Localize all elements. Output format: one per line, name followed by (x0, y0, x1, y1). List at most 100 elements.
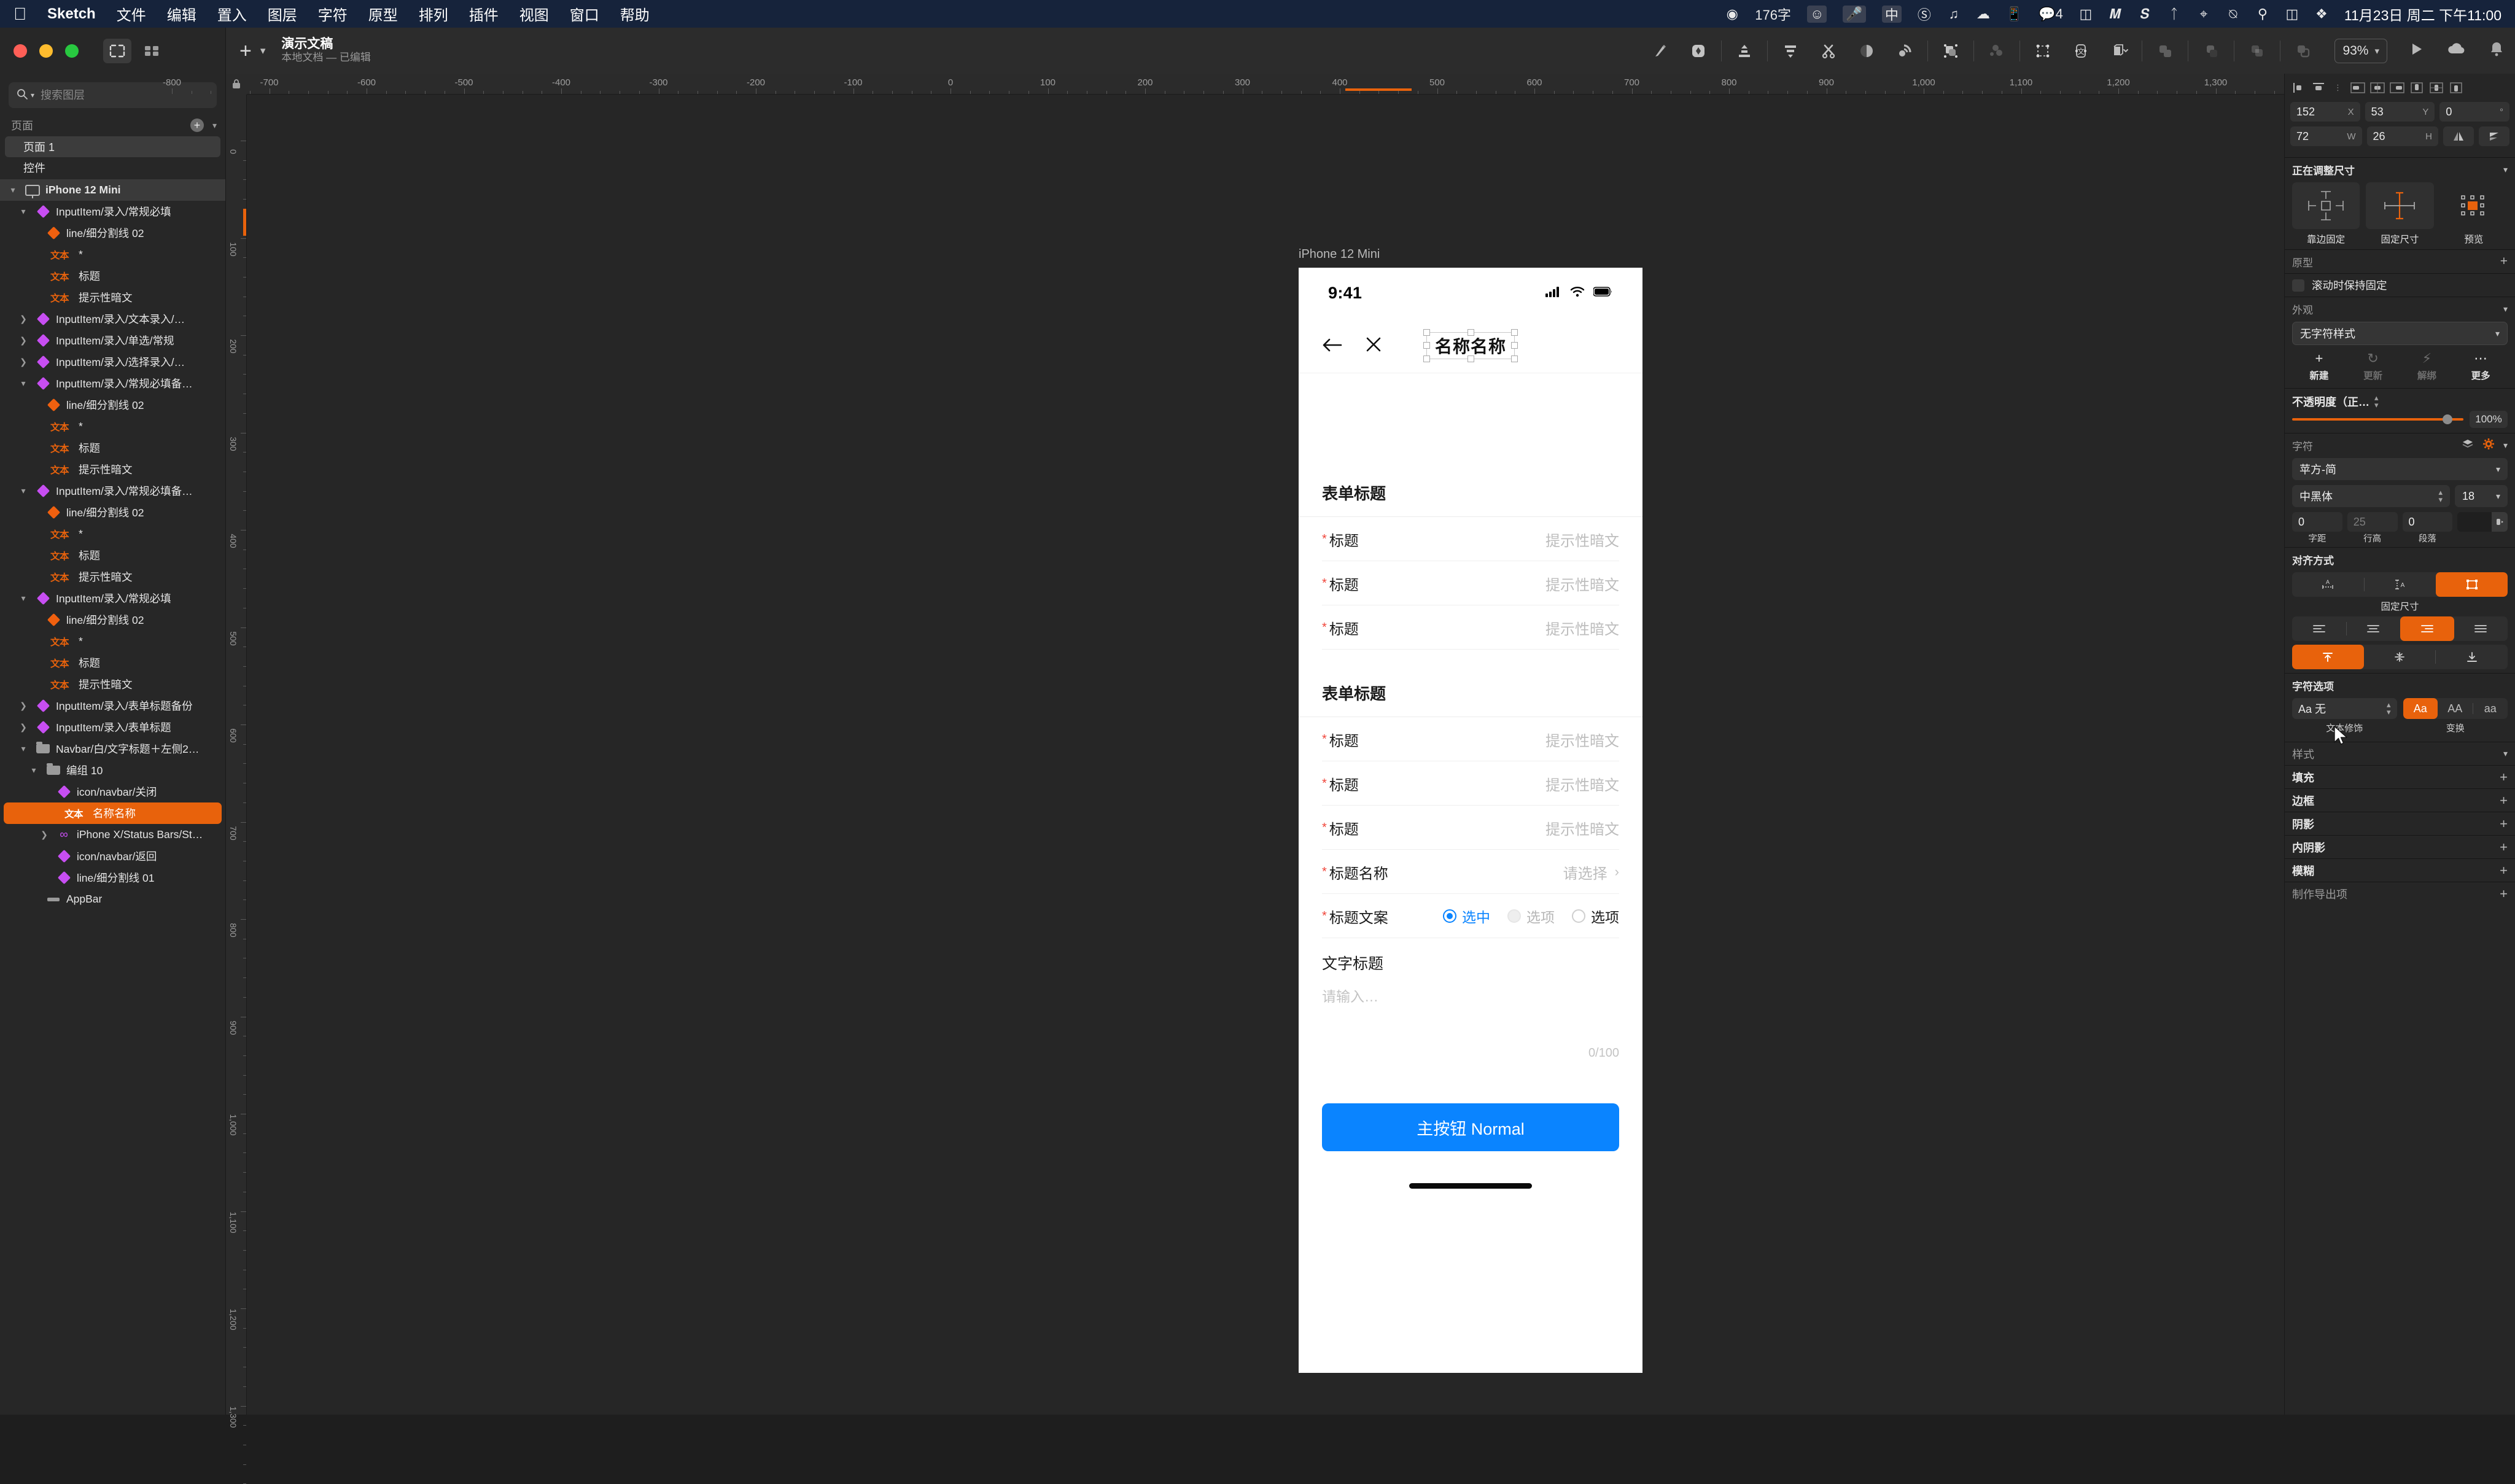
menu-item-file[interactable]: 文件 (117, 3, 146, 25)
boolean-difference-icon[interactable] (2284, 34, 2322, 68)
chevron-down-icon[interactable]: ▾ (2503, 440, 2508, 451)
radio-option-checked[interactable]: 选中 (1443, 906, 1490, 927)
rotation-field[interactable]: 0 ° (2439, 102, 2510, 122)
sketch-status-icon[interactable]: 𝑺 (2138, 6, 2152, 23)
form-row-value[interactable]: 提示性暗文 (1545, 529, 1619, 550)
transform-uppercase-button[interactable]: AA (2438, 698, 2473, 719)
phone-mirror-icon[interactable]: 📱 (2006, 6, 2023, 23)
make-symbol-icon[interactable] (2100, 34, 2138, 68)
close-x-icon[interactable] (1365, 334, 1382, 357)
update-style-button[interactable]: ↻ 更新 (2346, 351, 2400, 382)
menu-item-edit[interactable]: 编辑 (167, 3, 196, 25)
layer-row[interactable]: line/细分割线 02 (0, 609, 225, 631)
text-color-swatch[interactable] (2457, 512, 2508, 532)
layer-row[interactable]: 文本 * (0, 631, 225, 652)
line-height-field[interactable]: 25 (2347, 512, 2398, 532)
form-row-value[interactable]: 请选择 (1563, 861, 1607, 883)
auto-height-button[interactable]: A (2365, 572, 2436, 597)
detach-style-button[interactable]: ⚡ 解绑 (2400, 351, 2454, 382)
opacity-value-field[interactable]: 100% (2470, 411, 2508, 428)
layer-row[interactable]: ▾ InputItem/录入/常规必填备… (0, 373, 225, 394)
align-in-container-right-icon[interactable] (2389, 80, 2406, 96)
layer-row[interactable]: ❯ ∞ iPhone X/Status Bars/St… (0, 824, 225, 845)
chevron-right-icon[interactable]: ❯ (37, 829, 51, 840)
opacity-slider-knob[interactable] (2443, 414, 2452, 424)
emoji-icon[interactable]: ☺ (1806, 5, 1827, 23)
cloud-sync-icon[interactable]: ☁ (1977, 6, 1990, 23)
create-style-button[interactable]: + 新建 (2292, 351, 2346, 382)
layer-row[interactable]: 文本 提示性暗文 (0, 287, 225, 308)
menu-item-insert[interactable]: 置入 (217, 3, 247, 25)
more-align-options-icon[interactable]: ⋮ (2330, 80, 2347, 96)
transform-none-button[interactable]: Aa (2403, 698, 2438, 719)
blur-row[interactable]: 模糊 + (2285, 858, 2515, 882)
form-row[interactable]: * 标题 提示性暗文 (1322, 517, 1619, 561)
form-row[interactable]: * 标题 提示性暗文 (1322, 605, 1619, 650)
vertical-ruler[interactable]: 0 100 200 300 400 500 600 700 800 900 1,000 1,100 1,… (226, 95, 247, 1484)
align-text-center-button[interactable] (2347, 616, 2401, 641)
form-row-select[interactable]: * 标题名称 请选择 › (1322, 850, 1619, 894)
layer-row[interactable]: 文本 提示性暗文 (0, 566, 225, 588)
boolean-intersect-icon[interactable] (2238, 34, 2276, 68)
resize-handle-top-left[interactable] (1423, 328, 1430, 336)
layer-row[interactable]: ▾ InputItem/录入/常规必填 (0, 201, 225, 222)
form-row[interactable]: * 标题 提示性暗文 (1322, 761, 1619, 806)
form-row[interactable]: * 标题 提示性暗文 (1322, 561, 1619, 605)
mask-icon[interactable] (1848, 34, 1886, 68)
layer-row[interactable]: 文本 标题 (0, 545, 225, 566)
word-count-status[interactable]: 176字 (1755, 6, 1791, 23)
resize-handle-top-center[interactable] (1467, 328, 1474, 336)
creative-cloud-icon[interactable]: Ⓢ (1918, 6, 1931, 23)
boolean-union-icon[interactable] (2146, 34, 2184, 68)
radio-option-unchecked[interactable]: 选项 (1572, 906, 1619, 927)
layer-row[interactable]: 文本 名称名称 (4, 802, 222, 824)
transform-lowercase-button[interactable]: aa (2473, 698, 2508, 719)
resize-handle-middle-left[interactable] (1423, 342, 1430, 349)
chevron-down-icon[interactable]: ▾ (2503, 748, 2508, 759)
radio-option-disabled[interactable]: 选项 (1507, 906, 1555, 927)
align-top-icon[interactable] (2310, 80, 2327, 96)
textarea-placeholder[interactable]: 请输入… (1322, 985, 1619, 1006)
border-row[interactable]: 边框 + (2285, 788, 2515, 812)
blur-layers-icon[interactable] (1886, 34, 1924, 68)
align-text-left-button[interactable] (2292, 616, 2346, 641)
more-style-options-button[interactable]: ⋯ 更多 (2454, 351, 2508, 382)
layer-row[interactable]: 文本 提示性暗文 (0, 459, 225, 480)
layer-row[interactable]: line/细分割线 01 (0, 867, 225, 888)
layer-row[interactable]: AppBar (0, 888, 225, 910)
flip-vertical-button[interactable] (2479, 126, 2509, 146)
form-row[interactable]: * 标题 提示性暗文 (1322, 717, 1619, 761)
horizontal-ruler[interactable]: -800 -700 -600 -500 -400 -300 -200 -100 0 100 200 3… (163, 74, 2295, 95)
fixed-on-scroll-row[interactable]: 滚动时保持固定 (2285, 273, 2515, 297)
align-text-middle-button[interactable] (2364, 645, 2436, 669)
align-top-icon[interactable] (1725, 34, 1763, 68)
bluetooth-icon[interactable]: ᛏ (2167, 6, 2181, 23)
siri-icon[interactable]: ❖ (2315, 6, 2328, 23)
flip-horizontal-button[interactable] (2443, 126, 2474, 146)
text-decoration-select[interactable]: Aa 无 ▴ ▾ (2292, 698, 2397, 719)
form-row-radio[interactable]: * 标题文案 选中 选项 选项 (1322, 894, 1619, 938)
layer-row[interactable]: line/细分割线 02 (0, 502, 225, 523)
resize-option-preview[interactable]: 预览 (2440, 182, 2508, 246)
paragraph-field[interactable]: 0 (2402, 512, 2453, 532)
menu-item-sketch[interactable]: Sketch (47, 6, 96, 23)
dropbox-icon[interactable]: ◉ (1725, 6, 1739, 23)
maximize-window-button[interactable] (65, 44, 79, 58)
form-row-value[interactable]: 提示性暗文 (1545, 729, 1619, 750)
align-text-justify-button[interactable] (2454, 616, 2508, 641)
canvas-surface[interactable]: iPhone 12 Mini 9:41 名称名称 表单标题 * 标题 提示性暗文… (247, 95, 2284, 1415)
layer-row[interactable]: ❯ InputItem/录入/表单标题 (0, 717, 225, 738)
zoom-level-control[interactable]: 93% ▾ (2334, 38, 2387, 63)
chevron-down-icon[interactable]: ▾ (17, 206, 30, 217)
chevron-right-icon[interactable]: ❯ (17, 314, 30, 324)
chevron-down-icon[interactable]: ▾ (6, 185, 20, 195)
form-row-value[interactable]: 提示性暗文 (1545, 617, 1619, 639)
align-text-bottom-button[interactable] (2436, 645, 2508, 669)
layer-row[interactable]: 文本 * (0, 416, 225, 437)
layer-row[interactable]: ▾ 编组 10 (0, 759, 225, 781)
chevron-down-icon[interactable]: ▾ (2503, 304, 2508, 314)
height-field[interactable]: 26 H (2366, 126, 2438, 146)
boolean-subtract-icon[interactable] (2192, 34, 2230, 68)
layer-row[interactable]: 文本 标题 (0, 265, 225, 287)
layer-row[interactable]: ▾ Navbar/白/文字标题＋左侧2… (0, 738, 225, 759)
